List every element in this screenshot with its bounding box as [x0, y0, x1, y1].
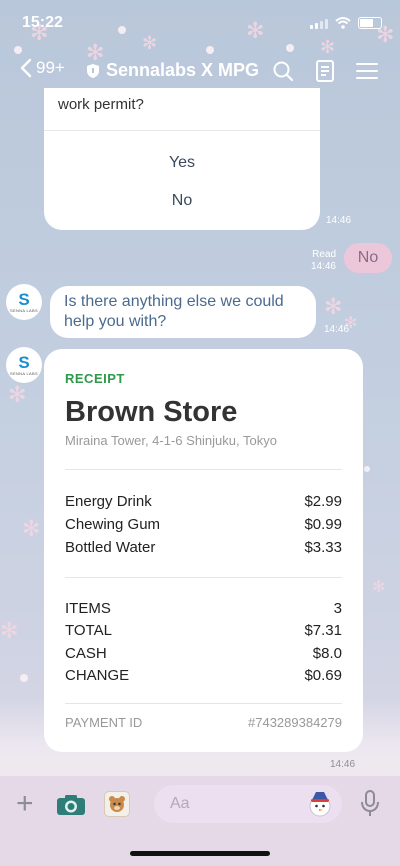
user-message-bubble[interactable]: No — [344, 243, 392, 273]
status-bar: 15:22 — [0, 0, 400, 44]
plus-icon[interactable]: + — [16, 789, 34, 819]
wifi-icon — [335, 17, 351, 29]
message-time: 14:46 — [330, 759, 356, 770]
chat-name: Sennalabs X MPG — [106, 60, 260, 80]
status-time: 15:22 — [22, 14, 63, 31]
divider — [44, 130, 320, 131]
mic-icon — [361, 790, 379, 816]
avatar-label: SENNA LABS — [10, 307, 38, 313]
avatar-label: SENNA LABS — [10, 370, 38, 376]
receipt-label: RECEIPT — [65, 371, 125, 386]
unread-count: 99+ — [36, 58, 65, 77]
summary-value: $8.0 — [312, 645, 342, 662]
summary-label: CASH — [65, 645, 107, 662]
item-price: $3.33 — [304, 539, 342, 556]
voice-button[interactable] — [360, 790, 380, 823]
line-item: Energy Drink $2.99 — [65, 493, 342, 510]
bot-message-bubble[interactable]: Is there anything else we could help you… — [50, 286, 316, 338]
sticker-icon — [109, 796, 125, 812]
search-icon — [273, 61, 294, 82]
camera-button[interactable] — [56, 794, 86, 821]
item-name: Energy Drink — [65, 493, 152, 510]
summary-label: CHANGE — [65, 667, 130, 684]
summary-label: TOTAL — [65, 622, 112, 639]
summary-value: $0.69 — [304, 667, 342, 684]
avatar[interactable]: S SENNA LABS — [6, 347, 42, 383]
message-time: 14:46 — [326, 215, 352, 226]
divider — [65, 703, 342, 704]
summary-value: 3 — [333, 600, 342, 617]
store-address: Miraina Tower, 4-1-6 Shinjuku, Tokyo — [65, 433, 277, 448]
read-label: Read — [312, 249, 336, 260]
chat-title[interactable]: Sennalabs X MPG — [86, 60, 259, 81]
notes-icon — [316, 60, 334, 82]
message-time: 14:46 — [310, 261, 336, 272]
header-actions — [270, 58, 380, 84]
menu-button[interactable] — [354, 58, 380, 84]
emoji-button[interactable] — [306, 790, 334, 818]
read-receipt: Read 14:46 — [306, 249, 336, 273]
emoji-icon — [309, 792, 331, 817]
option-no-button[interactable]: No — [44, 192, 320, 210]
receipt-card[interactable]: RECEIPT Brown Store Miraina Tower, 4-1-6… — [44, 349, 363, 752]
divider — [65, 469, 342, 470]
summary-row: CHANGE $0.69 — [65, 667, 342, 684]
option-yes-button[interactable]: Yes — [44, 154, 320, 172]
notes-button[interactable] — [312, 58, 338, 84]
avatar[interactable]: S SENNA LABS — [6, 284, 42, 320]
home-indicator — [130, 851, 270, 856]
summary-label: ITEMS — [65, 600, 111, 617]
payment-label: PAYMENT ID — [65, 715, 143, 730]
sticker-button[interactable] — [104, 791, 130, 817]
battery-icon — [358, 17, 382, 29]
payment-id: #743289384279 — [248, 715, 342, 730]
item-name: Chewing Gum — [65, 516, 161, 533]
question-text: work permit? — [58, 96, 144, 113]
item-name: Bottled Water — [65, 539, 156, 556]
menu-icon — [356, 63, 378, 79]
chevron-left-icon — [20, 58, 32, 78]
store-name: Brown Store — [65, 396, 238, 428]
summary-row: ITEMS 3 — [65, 600, 342, 617]
back-button[interactable]: 99+ — [20, 58, 65, 78]
payment-row: PAYMENT ID #743289384279 — [65, 715, 342, 730]
summary-value: $7.31 — [304, 622, 342, 639]
item-price: $0.99 — [304, 516, 342, 533]
signal-icon — [310, 19, 328, 29]
summary-row: CASH $8.0 — [65, 645, 342, 662]
avatar-logo: S — [18, 289, 30, 309]
item-price: $2.99 — [304, 493, 342, 510]
line-item: Bottled Water $3.33 — [65, 539, 342, 556]
divider — [65, 577, 342, 578]
avatar-logo: S — [18, 352, 30, 372]
summary-row: TOTAL $7.31 — [65, 622, 342, 639]
search-button[interactable] — [270, 58, 296, 84]
question-card: work permit? Yes No — [44, 88, 320, 230]
shield-icon — [87, 63, 99, 78]
camera-icon — [57, 795, 85, 815]
message-time: 14:46 — [324, 324, 350, 335]
status-icons — [310, 17, 382, 29]
line-item: Chewing Gum $0.99 — [65, 516, 342, 533]
